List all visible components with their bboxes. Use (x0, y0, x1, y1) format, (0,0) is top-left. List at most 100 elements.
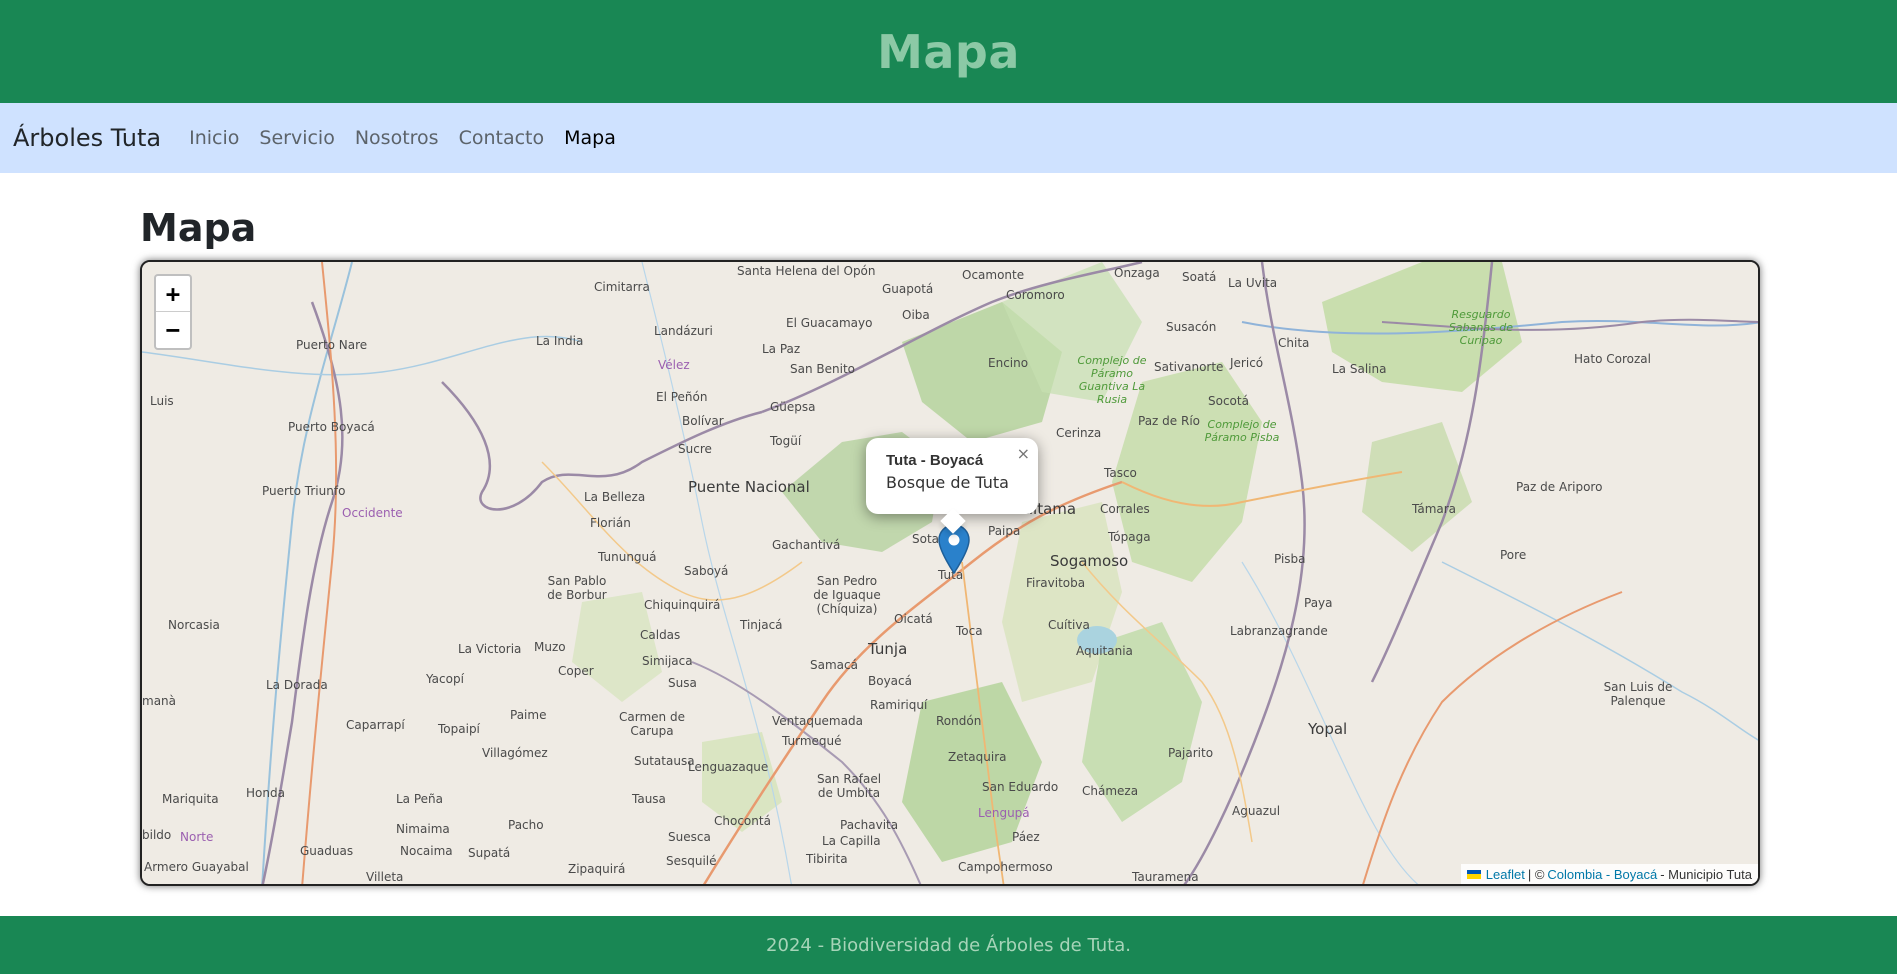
popup-close-button[interactable]: × (1017, 444, 1030, 463)
place-label: Complejo de Páramo Guantiva La Rusia (1077, 354, 1147, 406)
place-label: Coper (558, 664, 594, 678)
place-label: Caparrapí (346, 718, 405, 732)
nav-link-mapa[interactable]: Mapa (564, 127, 616, 149)
place-label: Yopal (1308, 720, 1348, 738)
navbar: Árboles Tuta Inicio Servicio Nosotros Co… (0, 103, 1897, 173)
place-label: Hato Corozal (1574, 352, 1651, 366)
place-label: San Benito (790, 362, 855, 376)
nav-link-contacto[interactable]: Contacto (459, 127, 545, 149)
place-label: Toca (956, 624, 983, 638)
place-label: Tópaga (1108, 530, 1151, 544)
place-label: Armero Guayabal (144, 860, 249, 874)
place-label: Rondón (936, 714, 982, 728)
place-label: Paime (510, 708, 547, 722)
place-label: Paz de Ariporo (1516, 480, 1603, 494)
place-label: Zetaquira (948, 750, 1007, 764)
place-label: Paipa (988, 524, 1021, 538)
nav-link-servicio[interactable]: Servicio (259, 127, 334, 149)
place-label: Tausa (632, 792, 666, 806)
place-label: La India (536, 334, 584, 348)
place-label: Florián (590, 516, 631, 530)
place-label: Chocontá (714, 814, 771, 828)
place-label: Ventaquemada (772, 714, 863, 728)
place-label: Villagómez (482, 746, 548, 760)
place-label: Sucre (678, 442, 712, 456)
place-label: Oicatá (894, 612, 933, 626)
place-label: Jericó (1230, 356, 1264, 370)
place-label: Nocaima (400, 844, 453, 858)
place-label: Güepsa (770, 400, 816, 414)
place-label: Páez (1012, 830, 1040, 844)
place-label: Caldas (640, 628, 681, 642)
place-label: manà (142, 694, 177, 708)
place-label: Puerto Boyacá (288, 420, 375, 434)
map-container[interactable]: Santa Helena del Opón Ocamonte Onzaga So… (140, 260, 1760, 886)
nav-link-inicio[interactable]: Inicio (189, 127, 239, 149)
place-label: Pacho (508, 818, 544, 832)
place-label: Honda (246, 786, 285, 800)
map-popup: × Tuta - Boyacá Bosque de Tuta (866, 438, 1038, 534)
zoom-control: + − (154, 274, 192, 350)
place-label: Suesca (668, 830, 711, 844)
place-label: Pisba (1274, 552, 1306, 566)
place-label: La Capilla (822, 834, 881, 848)
leaflet-link[interactable]: Leaflet (1486, 867, 1525, 882)
place-label: San Pablo de Borbur (547, 574, 607, 602)
place-label: La Victoria (458, 642, 522, 656)
place-label: Yacopí (426, 672, 464, 686)
place-label: Támara (1412, 502, 1457, 516)
place-label: Resguardo Sabanas de Curipao (1448, 308, 1514, 347)
brand-link[interactable]: Árboles Tuta (13, 124, 161, 152)
place-label: Cerinza (1056, 426, 1102, 440)
place-label: Chiquinquirá (644, 598, 721, 612)
place-label: Villeta (366, 870, 404, 884)
page-title: Mapa (140, 206, 257, 250)
nav-link-nosotros[interactable]: Nosotros (355, 127, 439, 149)
zoom-out-button[interactable]: − (156, 312, 190, 348)
place-label: Landázuri (654, 324, 713, 338)
footer-text: 2024 - Biodiversidad de Árboles de Tuta. (766, 934, 1131, 956)
place-label: Labranzagrande (1230, 624, 1328, 638)
place-label: Aguazul (1232, 804, 1281, 818)
place-label: Tununguá (598, 550, 657, 564)
place-label: Susa (668, 676, 697, 690)
source-link[interactable]: Colombia - Boyacá (1547, 867, 1657, 882)
place-label: Pore (1500, 548, 1527, 562)
place-label: Puerto Triunfo (262, 484, 346, 498)
place-label: Sativanorte (1154, 360, 1224, 374)
place-label: Puerto Nare (296, 338, 368, 352)
place-label: Luis (150, 394, 174, 408)
place-label: Pajarito (1168, 746, 1214, 760)
place-label: Paz de Río (1138, 414, 1200, 428)
place-label: Vélez (658, 358, 690, 372)
place-label: Oiba (902, 308, 930, 322)
place-label: Socotá (1208, 394, 1249, 408)
place-label: La Paz (762, 342, 801, 356)
attribution-separator: | © (1527, 866, 1545, 882)
ukraine-flag-icon (1466, 869, 1481, 879)
place-label: San Eduardo (982, 780, 1059, 794)
place-label: Occidente (342, 506, 403, 520)
map-attribution: Leaflet | © Colombia - Boyacá - Municipi… (1460, 864, 1758, 884)
place-label: Cuítiva (1048, 618, 1090, 632)
attribution-suffix: - Municipio Tuta (1660, 866, 1752, 882)
place-label: Togüí (770, 434, 802, 448)
place-label: Chita (1278, 336, 1310, 350)
zoom-in-button[interactable]: + (156, 276, 190, 312)
place-label: Gachantivá (772, 538, 841, 552)
place-label: Lengupá (978, 806, 1030, 820)
place-label: Cimitarra (594, 280, 650, 294)
place-label: Santa Helena del Opón (737, 264, 876, 278)
place-label: Campohermoso (958, 860, 1053, 874)
place-label: bildo (142, 828, 172, 842)
place-label: Complejo de Páramo Pisba (1204, 418, 1280, 444)
place-label: Simijaca (642, 654, 693, 668)
place-label: Sogamoso (1050, 552, 1129, 570)
place-label: Tunja (868, 640, 908, 658)
place-label: Ocamonte (962, 268, 1025, 282)
place-label: La Dorada (266, 678, 328, 692)
popup-body: Bosque de Tuta (886, 473, 1009, 492)
place-label: Coromoro (1006, 288, 1065, 302)
place-label: Sesquilé (666, 854, 717, 868)
place-label: Mariquita (162, 792, 219, 806)
